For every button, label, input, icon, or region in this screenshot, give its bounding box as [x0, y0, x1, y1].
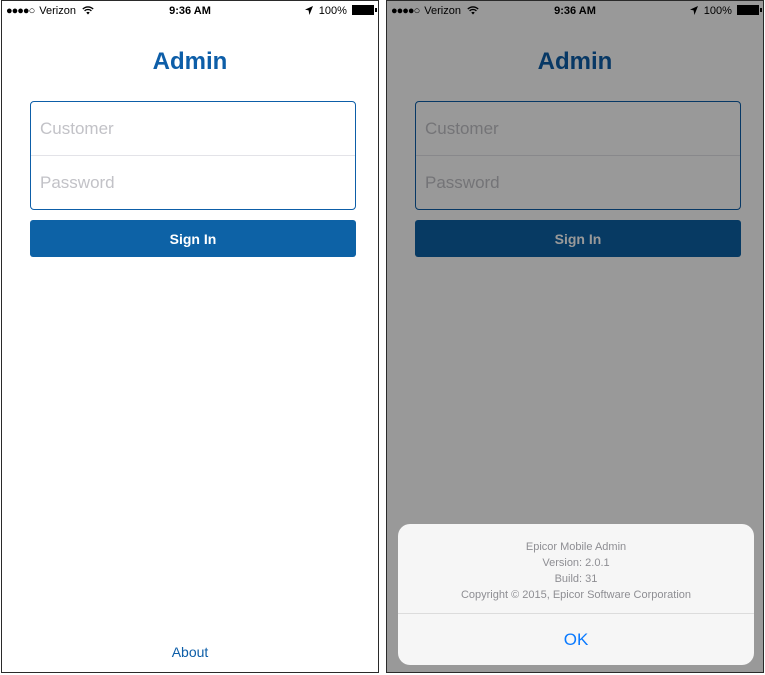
location-arrow-icon: [304, 6, 313, 15]
status-bar: ●●●●○ Verizon 9:36 AM 100%: [2, 1, 378, 21]
alert-message: Epicor Mobile Admin Version: 2.0.1 Build…: [398, 524, 754, 613]
status-right: 100%: [304, 5, 377, 17]
login-form: Customer Password: [30, 101, 356, 210]
about-link[interactable]: About: [2, 644, 378, 660]
alert-app-name: Epicor Mobile Admin: [525, 541, 627, 553]
page-title: Admin: [152, 48, 228, 75]
password-field[interactable]: Password: [31, 156, 355, 210]
login-screen: ●●●●○ Verizon 9:36 AM 100% Admin Custome…: [1, 0, 379, 673]
about-alert: Epicor Mobile Admin Version: 2.0.1 Build…: [398, 524, 754, 665]
customer-field[interactable]: Customer: [31, 102, 355, 156]
battery-percent: 100%: [318, 5, 347, 17]
alert-copyright: Copyright © 2015, Epicor Software Corpor…: [460, 589, 692, 601]
sign-in-button[interactable]: Sign In: [30, 220, 356, 257]
ok-button[interactable]: OK: [398, 614, 754, 665]
battery-icon: [352, 5, 377, 15]
about-alert-screen: ●●●●○ Verizon 9:36 AM 100% Admin Custome…: [386, 0, 764, 673]
alert-version: Version: 2.0.1: [542, 557, 610, 569]
alert-build: Build: 31: [554, 573, 598, 585]
